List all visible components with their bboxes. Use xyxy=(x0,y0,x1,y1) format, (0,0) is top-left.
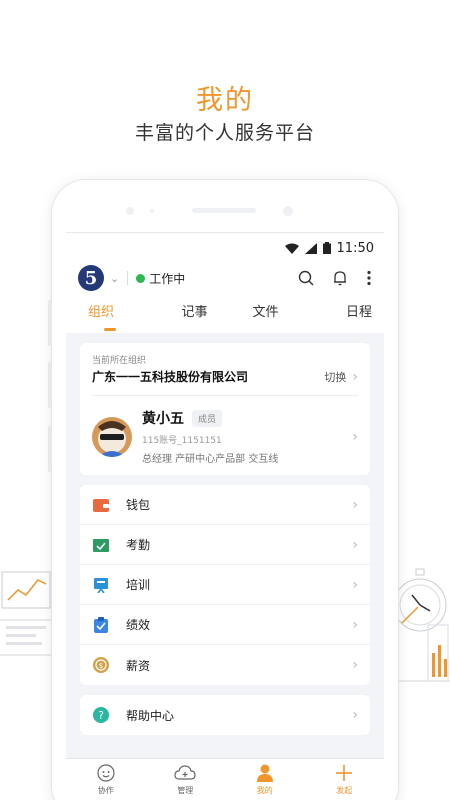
bell-icon[interactable] xyxy=(332,270,348,286)
menu-item-wallet[interactable]: 钱包 › xyxy=(80,485,370,525)
chevron-right-icon: › xyxy=(352,576,358,593)
chevron-right-icon: › xyxy=(352,707,358,723)
chevron-down-icon[interactable]: ⌄ xyxy=(110,272,119,285)
top-bar: 5 ⌄ 工作中 xyxy=(66,263,384,293)
tab-bar: 组织 记事 文件 日程 xyxy=(66,293,384,333)
chevron-right-icon: › xyxy=(352,536,358,553)
wifi-icon xyxy=(284,243,299,254)
status-time: 11:50 xyxy=(336,240,374,256)
menu-label: 绩效 xyxy=(126,618,151,632)
battery-icon xyxy=(322,242,331,254)
menu-item-salary[interactable]: $ 薪资 › xyxy=(80,645,370,685)
create-icon xyxy=(336,765,353,781)
member-badge: 成员 xyxy=(192,409,223,427)
menu-label: 帮助中心 xyxy=(126,708,175,723)
tab-schedule[interactable]: 日程 xyxy=(301,293,374,333)
chevron-right-icon: › xyxy=(352,657,358,673)
divider xyxy=(127,271,129,285)
search-icon[interactable] xyxy=(298,270,314,286)
chevron-right-icon: › xyxy=(352,496,358,513)
status-dot-icon xyxy=(136,273,146,283)
menu-label: 钱包 xyxy=(126,498,151,512)
nav-create[interactable]: 发起 xyxy=(305,759,385,800)
menu-label: 培训 xyxy=(126,578,151,592)
chart-illustration-icon xyxy=(0,571,58,656)
nav-label: 协作 xyxy=(97,786,114,795)
org-current-label: 当前所在组织 xyxy=(92,356,147,366)
tab-notes[interactable]: 记事 xyxy=(159,293,230,333)
power-button xyxy=(48,362,52,408)
performance-icon xyxy=(92,616,110,634)
signal-icon xyxy=(304,242,317,254)
nav-label: 发起 xyxy=(336,786,353,795)
phone-speaker-icon xyxy=(126,206,293,216)
bottom-nav: 协作 管理 我的 发起 xyxy=(66,758,384,800)
promo-subtitle: 丰富的个人服务平台 xyxy=(134,122,315,144)
nav-collab[interactable]: 协作 xyxy=(66,759,146,800)
wallet-icon xyxy=(92,496,110,514)
clock-illustration-icon xyxy=(393,568,450,682)
app-screen: 11:50 5 ⌄ 工作中 组织 记事 文件 日程 当前所在组织 广东一一五科技… xyxy=(66,232,384,800)
volume-button xyxy=(48,300,52,346)
menu-item-performance[interactable]: 绩效 › xyxy=(80,605,370,645)
salary-icon: $ xyxy=(92,656,110,674)
user-role: 总经理 产研中心产品部 交互线 xyxy=(142,454,279,465)
svg-text:$: $ xyxy=(99,662,103,670)
support-menu: ? 帮助中心 › xyxy=(80,695,370,735)
nav-manage[interactable]: 管理 xyxy=(146,759,226,800)
menu-label: 考勤 xyxy=(126,538,151,552)
manage-icon xyxy=(174,765,196,780)
user-profile-row[interactable]: 黄小五 成员 115账号_1151151 总经理 产研中心产品部 交互线 › xyxy=(92,395,358,465)
menu-item-training[interactable]: 培训 › xyxy=(80,565,370,605)
tab-files[interactable]: 文件 xyxy=(230,293,301,333)
training-icon xyxy=(92,576,110,594)
attendance-icon xyxy=(92,536,110,554)
switch-label: 切换 xyxy=(324,370,347,384)
services-menu: 钱包 › 考勤 › 培训 › 绩效 › $ 薪资 › xyxy=(80,485,370,685)
user-name: 黄小五 xyxy=(142,411,184,427)
me-icon xyxy=(256,764,273,782)
work-status[interactable]: 工作中 xyxy=(149,270,185,287)
nav-me[interactable]: 我的 xyxy=(225,759,305,800)
status-bar: 11:50 xyxy=(66,233,384,263)
chevron-right-icon: › xyxy=(352,428,358,445)
org-name: 广东一一五科技股份有限公司 xyxy=(92,370,249,384)
promo-title: 我的 xyxy=(196,85,254,116)
collab-icon xyxy=(97,764,115,782)
menu-item-help[interactable]: ? 帮助中心 › xyxy=(80,695,370,735)
side-button xyxy=(48,426,52,472)
tab-org[interactable]: 组织 xyxy=(76,293,159,333)
user-account: 115账号_1151151 xyxy=(142,436,222,446)
menu-item-attendance[interactable]: 考勤 › xyxy=(80,525,370,565)
svg-text:?: ? xyxy=(98,709,104,722)
switch-org-button[interactable]: 切换 › xyxy=(324,369,358,385)
chevron-right-icon: › xyxy=(352,616,358,633)
help-icon: ? xyxy=(92,706,110,724)
more-vertical-icon[interactable] xyxy=(366,270,372,286)
avatar xyxy=(92,416,132,457)
nav-label: 管理 xyxy=(177,786,194,795)
org-card: 当前所在组织 广东一一五科技股份有限公司 切换 › 黄小五 成员 115账号_1… xyxy=(80,343,370,475)
menu-label: 薪资 xyxy=(126,658,151,673)
chevron-right-icon: › xyxy=(352,368,358,385)
nav-label: 我的 xyxy=(256,786,273,795)
org-logo[interactable]: 5 xyxy=(78,265,104,291)
